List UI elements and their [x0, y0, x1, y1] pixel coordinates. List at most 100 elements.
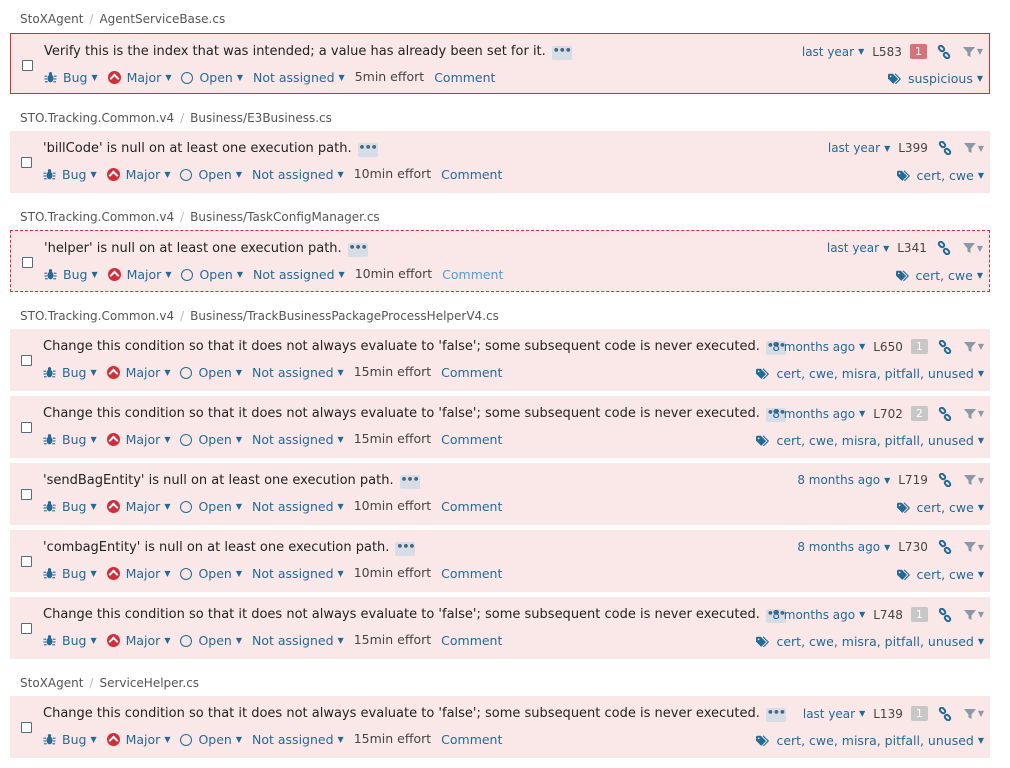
type-dropdown[interactable]: Bug ▼ [43, 566, 97, 581]
breadcrumb-file[interactable]: Business/TrackBusinessPackageProcessHelp… [190, 309, 499, 323]
permalink-icon[interactable] [938, 706, 952, 721]
filter-icon[interactable]: ▼ [963, 474, 984, 486]
date-dropdown[interactable]: last year ▼ [803, 707, 865, 721]
issue-message[interactable]: 'billCode' is null on at least one execu… [43, 141, 378, 157]
type-dropdown[interactable]: Bug ▼ [43, 499, 97, 514]
more-options-icon[interactable]: ••• [357, 142, 378, 157]
status-dropdown[interactable]: Open ▼ [180, 432, 242, 447]
issue-card[interactable]: 'combagEntity' is null on at least one e… [10, 530, 990, 592]
line-number[interactable]: L341 [897, 241, 927, 255]
filter-icon[interactable]: ▼ [962, 242, 983, 254]
issue-message-text[interactable]: Change this condition so that it does no… [43, 706, 760, 721]
type-dropdown[interactable]: Bug ▼ [43, 732, 97, 747]
issue-message-text[interactable]: Change this condition so that it does no… [43, 607, 760, 622]
issue-message-text[interactable]: 'sendBagEntity' is null on at least one … [43, 473, 394, 488]
breadcrumb-project[interactable]: StoXAgent [20, 676, 83, 690]
assignee-dropdown[interactable]: Not assigned ▼ [252, 732, 344, 747]
issue-checkbox[interactable] [22, 59, 33, 71]
breadcrumb-file[interactable]: Business/E3Business.cs [190, 111, 332, 125]
issue-card[interactable]: 'sendBagEntity' is null on at least one … [10, 463, 990, 525]
comment-link[interactable]: Comment [441, 167, 502, 182]
comment-link[interactable]: Comment [441, 499, 502, 514]
line-number[interactable]: L583 [872, 45, 902, 59]
line-number[interactable]: L730 [898, 540, 928, 554]
date-dropdown[interactable]: 8 months ago ▼ [772, 407, 865, 421]
assignee-dropdown[interactable]: Not assigned ▼ [252, 167, 344, 182]
tags-dropdown[interactable]: cert, cwe, misra, pitfall, unused ▼ [756, 733, 984, 748]
severity-dropdown[interactable]: Major ▼ [106, 499, 170, 514]
issue-checkbox[interactable] [21, 623, 32, 634]
tags-dropdown[interactable]: cert, cwe ▼ [895, 268, 983, 283]
more-options-icon[interactable]: ••• [399, 474, 420, 489]
more-options-icon[interactable]: ••• [347, 242, 368, 257]
issue-card[interactable]: Change this condition so that it does no… [10, 396, 990, 458]
issue-card[interactable]: 'helper' is null on at least one executi… [10, 230, 990, 292]
permalink-icon[interactable] [937, 44, 951, 59]
issue-checkbox[interactable] [21, 489, 32, 500]
type-dropdown[interactable]: Bug ▼ [44, 70, 98, 85]
type-dropdown[interactable]: Bug ▼ [43, 432, 97, 447]
assignee-dropdown[interactable]: Not assigned ▼ [252, 566, 344, 581]
assignee-dropdown[interactable]: Not assigned ▼ [253, 70, 345, 85]
date-dropdown[interactable]: 8 months ago ▼ [772, 340, 865, 354]
breadcrumb-file[interactable]: ServiceHelper.cs [99, 676, 199, 690]
breadcrumb-file[interactable]: Business/TaskConfigManager.cs [190, 210, 380, 224]
assignee-dropdown[interactable]: Not assigned ▼ [252, 499, 344, 514]
filter-icon[interactable]: ▼ [962, 46, 983, 58]
tags-dropdown[interactable]: suspicious ▼ [888, 71, 983, 86]
permalink-icon[interactable] [938, 607, 952, 622]
severity-dropdown[interactable]: Major ▼ [106, 732, 170, 747]
issue-checkbox[interactable] [21, 556, 32, 567]
issue-message[interactable]: Change this condition so that it does no… [43, 406, 786, 422]
tags-dropdown[interactable]: cert, cwe ▼ [896, 567, 984, 582]
status-dropdown[interactable]: Open ▼ [180, 633, 242, 648]
issue-message-text[interactable]: 'combagEntity' is null on at least one e… [43, 540, 389, 555]
severity-dropdown[interactable]: Major ▼ [106, 365, 170, 380]
location-count-badge[interactable]: 2 [910, 406, 928, 421]
line-number[interactable]: L702 [873, 407, 903, 421]
filter-icon[interactable]: ▼ [963, 341, 984, 353]
breadcrumb-project[interactable]: STO.Tracking.Common.v4 [20, 111, 174, 125]
location-count-badge[interactable]: 1 [910, 706, 928, 721]
permalink-icon[interactable] [938, 406, 952, 421]
severity-dropdown[interactable]: Major ▼ [106, 633, 170, 648]
issue-checkbox[interactable] [22, 257, 33, 268]
date-dropdown[interactable]: last year ▼ [828, 141, 890, 155]
permalink-icon[interactable] [938, 339, 952, 354]
comment-link[interactable]: Comment [441, 432, 502, 447]
issue-checkbox[interactable] [21, 422, 32, 433]
date-dropdown[interactable]: last year ▼ [827, 241, 889, 255]
comment-link[interactable]: Comment [441, 566, 502, 581]
more-options-icon[interactable]: ••• [765, 707, 786, 722]
location-count-badge[interactable]: 1 [910, 339, 928, 354]
issue-card[interactable]: Verify this is the index that was intend… [10, 33, 990, 94]
date-dropdown[interactable]: last year ▼ [802, 45, 864, 59]
filter-icon[interactable]: ▼ [963, 541, 984, 553]
assignee-dropdown[interactable]: Not assigned ▼ [253, 267, 345, 282]
type-dropdown[interactable]: Bug ▼ [43, 633, 97, 648]
date-dropdown[interactable]: 8 months ago ▼ [797, 473, 890, 487]
line-number[interactable]: L139 [873, 707, 903, 721]
issue-card[interactable]: Change this condition so that it does no… [10, 597, 990, 659]
status-dropdown[interactable]: Open ▼ [181, 267, 243, 282]
location-count-badge[interactable]: 1 [909, 44, 927, 59]
type-dropdown[interactable]: Bug ▼ [44, 267, 98, 282]
status-dropdown[interactable]: Open ▼ [181, 70, 243, 85]
breadcrumb-project[interactable]: STO.Tracking.Common.v4 [20, 309, 174, 323]
filter-icon[interactable]: ▼ [963, 708, 984, 720]
permalink-icon[interactable] [938, 140, 952, 156]
location-count-badge[interactable]: 1 [910, 607, 928, 622]
issue-checkbox[interactable] [21, 157, 32, 168]
severity-dropdown[interactable]: Major ▼ [107, 70, 171, 85]
permalink-icon[interactable] [937, 240, 951, 256]
tags-dropdown[interactable]: cert, cwe ▼ [896, 168, 984, 183]
filter-icon[interactable]: ▼ [963, 408, 984, 420]
more-options-icon[interactable]: ••• [551, 45, 572, 60]
severity-dropdown[interactable]: Major ▼ [106, 167, 170, 182]
issue-message-text[interactable]: 'helper' is null on at least one executi… [44, 241, 342, 256]
breadcrumb-file[interactable]: AgentServiceBase.cs [99, 12, 225, 26]
breadcrumb-project[interactable]: StoXAgent [20, 12, 83, 26]
line-number[interactable]: L748 [873, 608, 903, 622]
filter-icon[interactable]: ▼ [963, 609, 984, 621]
status-dropdown[interactable]: Open ▼ [180, 499, 242, 514]
